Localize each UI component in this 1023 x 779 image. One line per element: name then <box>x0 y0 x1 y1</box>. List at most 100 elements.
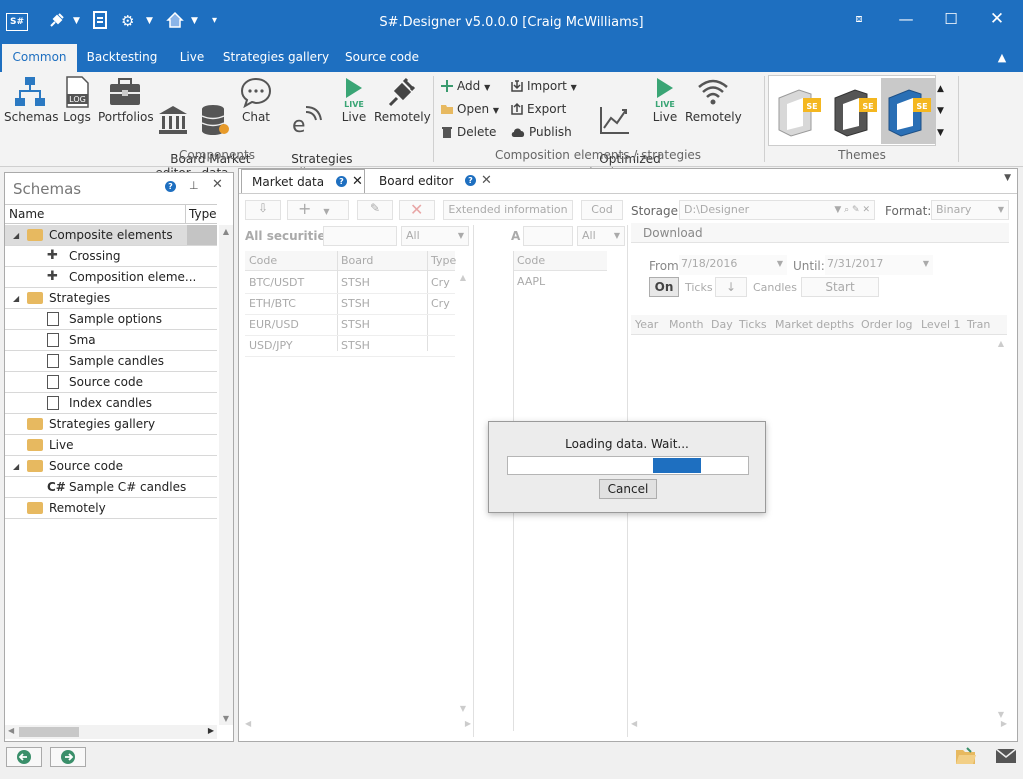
logs-button[interactable]: LOG Logs <box>62 76 92 124</box>
maximize-button[interactable]: ☐ <box>937 10 965 30</box>
until-date-input[interactable]: 7/31/2017 ▼ <box>825 255 933 275</box>
chat-button[interactable]: Chat <box>240 76 272 124</box>
vertical-scrollbar[interactable]: ▲ ▼ <box>457 273 469 713</box>
col-level-1[interactable]: Level 1 <box>921 315 961 335</box>
code-button[interactable]: Cod <box>581 200 623 220</box>
folder-open-icon[interactable] <box>955 746 977 769</box>
col-market-depths[interactable]: Market depths <box>775 315 854 335</box>
storage-input[interactable]: D:\Designer ▼ ⌕ ✎ ✕ <box>679 200 875 220</box>
restore-ribbon-icon[interactable]: ⧈ <box>845 10 873 30</box>
vertical-scrollbar[interactable]: ▲ ▼ <box>995 339 1007 719</box>
themes-scroll[interactable]: ▲ ▼ ▼ <box>937 78 944 144</box>
from-date-input[interactable]: 7/18/2016 ▼ <box>679 255 787 275</box>
cancel-button[interactable]: Cancel <box>599 479 657 499</box>
tree-item[interactable]: ◢ Source code <box>5 456 217 477</box>
start-button[interactable]: Start <box>801 277 879 297</box>
tree-item[interactable]: Index candles <box>5 393 217 414</box>
horizontal-scrollbar[interactable]: ◀ ▶ <box>245 719 471 731</box>
add-security-button[interactable]: + ▼ <box>287 200 349 220</box>
horizontal-scrollbar[interactable]: ◀ ▶ <box>631 719 1007 731</box>
theme-blue[interactable]: SE <box>881 78 936 144</box>
table-row[interactable]: BTC/USDT STSH Cry <box>245 273 455 294</box>
extended-info-button[interactable]: Extended information <box>443 200 573 220</box>
candles-arrow-button[interactable]: ↓ <box>715 277 747 297</box>
minimize-button[interactable]: — <box>892 10 920 30</box>
format-select[interactable]: Binary ▼ <box>931 200 1009 220</box>
col-type[interactable]: Type <box>189 207 217 221</box>
tabs-menu-icon[interactable]: ▼ <box>1004 173 1011 183</box>
tab-backtesting[interactable]: Backtesting <box>82 44 162 72</box>
tree-item[interactable]: ✚ Crossing <box>5 246 217 267</box>
table-row[interactable]: USD/JPY STSH <box>245 336 455 357</box>
col-order-log[interactable]: Order log <box>861 315 913 335</box>
securities-filter-input[interactable] <box>323 226 397 246</box>
close-icon[interactable]: ✕ <box>212 177 223 192</box>
tree-item[interactable]: C# Sample C# candles <box>5 477 217 498</box>
tree-item[interactable]: ◢ Composite elements <box>5 225 217 246</box>
pin-icon[interactable]: ⊥ <box>189 179 199 192</box>
on-toggle[interactable]: On <box>649 277 679 297</box>
col-board[interactable]: Board <box>341 251 373 271</box>
tab-source-code[interactable]: Source code <box>340 44 424 72</box>
tab-board-editor[interactable]: Board editor ? ✕ <box>371 169 501 193</box>
collapse-ribbon-icon[interactable]: ▲ <box>992 44 1012 72</box>
remotely-button[interactable]: Remotely <box>374 76 431 124</box>
add-button[interactable]: Add ▼ <box>440 78 490 96</box>
schemas-button[interactable]: Schemas <box>4 76 59 124</box>
tree-item[interactable]: Strategies gallery <box>5 414 217 435</box>
composition-live-button[interactable]: LIVE Live <box>649 76 681 124</box>
expand-arrow-icon[interactable]: ◢ <box>13 289 19 309</box>
expand-arrow-icon[interactable]: ◢ <box>13 226 19 246</box>
col-type[interactable]: Type <box>431 251 456 271</box>
theme-dark[interactable]: SE <box>827 78 882 144</box>
delete-icon[interactable]: ✕ <box>399 200 435 220</box>
help-icon[interactable]: ? <box>165 181 176 192</box>
col-code[interactable]: Code <box>249 251 277 271</box>
live-button[interactable]: LIVE Live <box>338 76 370 124</box>
selected-filter-input[interactable] <box>523 226 573 246</box>
tree-item[interactable]: Live <box>5 435 217 456</box>
selected-type-select[interactable]: All ▼ <box>577 226 625 246</box>
close-icon[interactable]: ✕ <box>352 170 363 194</box>
tab-strategies-gallery[interactable]: Strategies gallery <box>222 44 330 72</box>
tab-live[interactable]: Live <box>172 44 212 72</box>
tree-item[interactable]: ✚ Composition eleme... <box>5 267 217 288</box>
tab-market-data[interactable]: Market data ? ✕ <box>241 169 365 193</box>
col-name[interactable]: Name <box>9 207 44 221</box>
tree-item[interactable]: ◢ Strategies <box>5 288 217 309</box>
delete-button[interactable]: Delete <box>440 124 496 140</box>
table-row[interactable]: ETH/BTC STSH Cry <box>245 294 455 315</box>
close-button[interactable]: ✕ <box>983 10 1011 30</box>
edit-icon[interactable]: ✎ <box>357 200 393 220</box>
col-ticks[interactable]: Ticks <box>739 315 767 335</box>
scroll-thumb[interactable] <box>19 727 79 737</box>
export-button[interactable]: Export <box>510 101 566 117</box>
back-button[interactable] <box>6 747 42 767</box>
tree-item[interactable]: Source code <box>5 372 217 393</box>
open-button[interactable]: Open ▼ <box>440 101 499 119</box>
forward-button[interactable] <box>50 747 86 767</box>
download-icon[interactable]: ⇩ <box>245 200 281 220</box>
vertical-scrollbar[interactable]: ▲ ▼ <box>219 225 233 725</box>
composition-remotely-button[interactable]: Remotely <box>685 76 742 124</box>
tree-item[interactable]: Sma <box>5 330 217 351</box>
mail-icon[interactable] <box>995 746 1017 769</box>
horizontal-scrollbar[interactable]: ◀ ▶ <box>5 725 217 739</box>
col-month[interactable]: Month <box>669 315 703 335</box>
table-row[interactable]: EUR/USD STSH <box>245 315 455 336</box>
securities-type-select[interactable]: All ▼ <box>401 226 469 246</box>
tree-item[interactable]: Sample options <box>5 309 217 330</box>
tab-common[interactable]: Common <box>2 44 77 72</box>
help-icon[interactable]: ? <box>465 175 476 186</box>
theme-light[interactable]: SE <box>771 78 826 144</box>
expand-arrow-icon[interactable]: ◢ <box>13 457 19 477</box>
tree-item[interactable]: Sample candles <box>5 351 217 372</box>
publish-button[interactable]: Publish <box>510 124 572 140</box>
col-transactions[interactable]: Tran <box>967 315 990 335</box>
import-button[interactable]: Import ▼ <box>510 78 577 96</box>
tree-item[interactable]: Remotely <box>5 498 217 519</box>
col-year[interactable]: Year <box>635 315 658 335</box>
help-icon[interactable]: ? <box>336 176 347 187</box>
download-header[interactable]: Download <box>631 223 1009 243</box>
col-day[interactable]: Day <box>711 315 733 335</box>
